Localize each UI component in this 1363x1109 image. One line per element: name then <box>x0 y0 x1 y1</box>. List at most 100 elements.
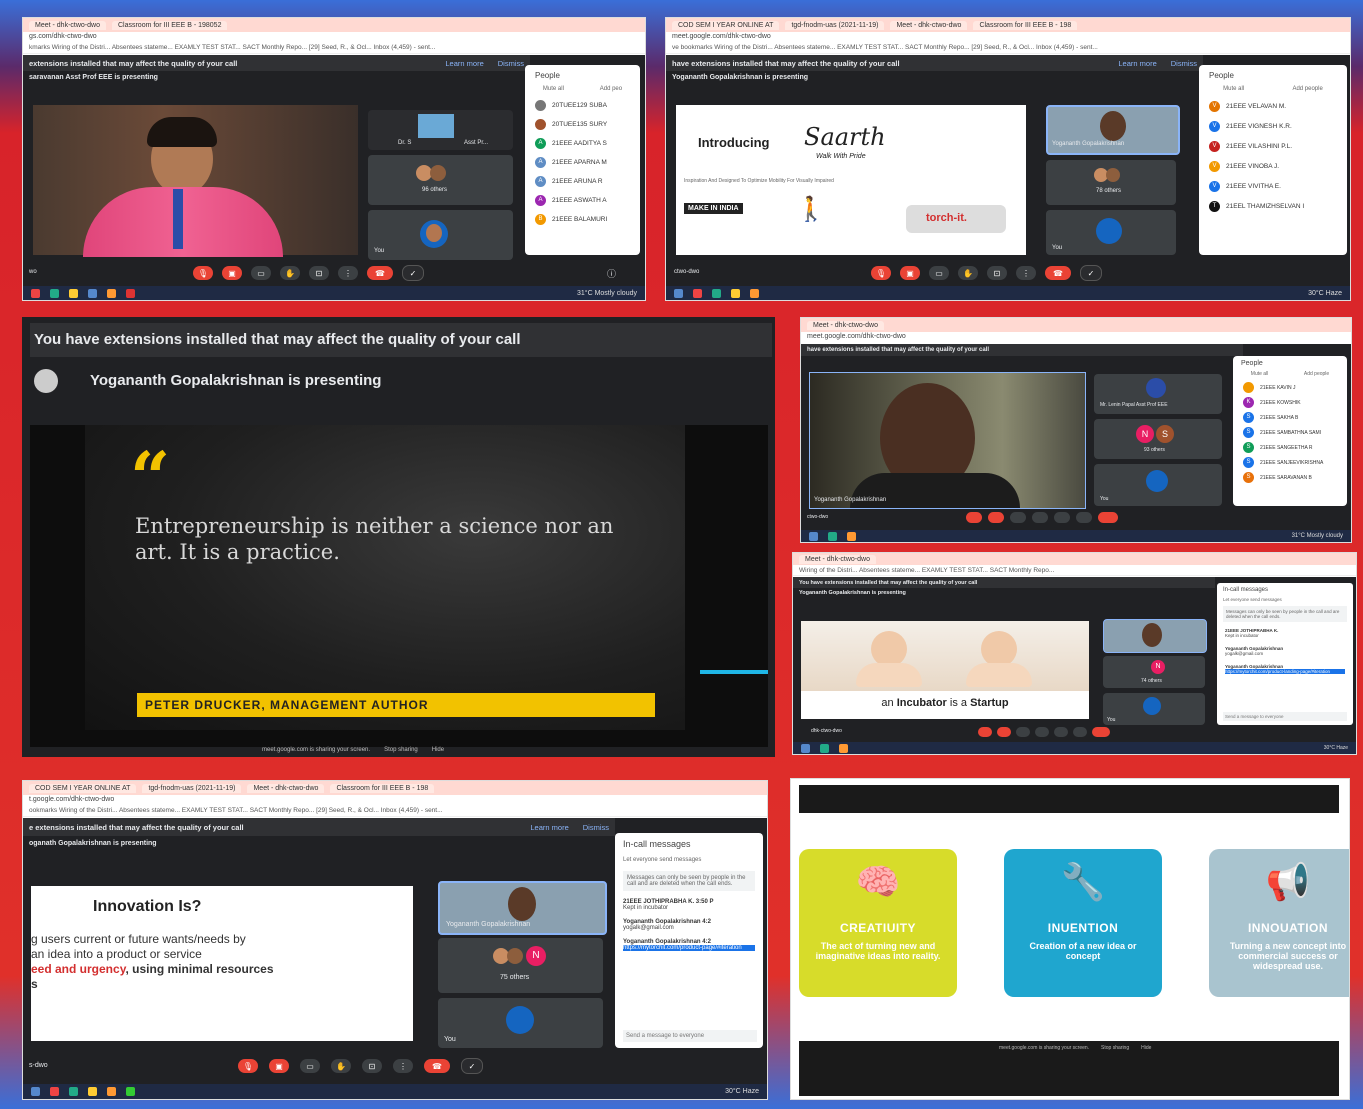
chat-permission-toggle[interactable]: Let everyone send messages <box>615 855 763 865</box>
participant-row[interactable]: A 21EEE AADITYA S <box>525 134 640 153</box>
reaction-button[interactable]: ✓ <box>461 1058 483 1074</box>
taskbar-app-icon[interactable] <box>69 288 78 298</box>
taskbar-app-icon[interactable] <box>801 743 810 753</box>
participant-row[interactable]: V 21EEE VIVITHA E. <box>1199 176 1347 196</box>
address-bar[interactable]: t.google.com/dhk-ctwo-dwo <box>23 795 767 805</box>
participant-row[interactable]: V 21EEE VELAVAN M. <box>1199 96 1347 116</box>
reaction-button[interactable]: ✓ <box>1080 265 1102 281</box>
chat-input[interactable]: Send a message to everyone <box>1223 712 1347 721</box>
hide-button[interactable]: Hide <box>1141 1045 1151 1051</box>
participant-row[interactable]: S 21EEE SANGEETHA R <box>1233 440 1347 455</box>
browser-tab[interactable]: Meet - dhk-ctwo-dwo <box>247 783 325 793</box>
raise-hand-button[interactable] <box>1032 512 1048 523</box>
chat-permission-toggle[interactable]: Let everyone send messages <box>1217 597 1353 602</box>
info-icon[interactable]: ⓘ <box>607 267 616 280</box>
address-bar[interactable]: meet.google.com/dhk-ctwo-dwo <box>801 332 1351 342</box>
more-options-button[interactable]: ⋮ <box>393 1059 413 1073</box>
others-tile[interactable]: 78 others <box>1046 160 1176 205</box>
chat-text[interactable]: https://mytorchit.com/product-page/#iter… <box>623 945 755 951</box>
participant-row[interactable]: B 21EEE BALAMURI <box>525 210 640 229</box>
learn-more-link[interactable]: Learn more <box>1118 59 1156 68</box>
add-people-button[interactable]: Add people <box>1304 371 1329 377</box>
taskbar-app-icon[interactable] <box>693 288 702 298</box>
reaction-button[interactable]: ✓ <box>402 265 424 281</box>
participant-row[interactable]: V 21EEE VIGNESH K.R. <box>1199 116 1347 136</box>
dismiss-link[interactable]: Dismiss <box>583 823 609 832</box>
end-call-button[interactable] <box>1098 512 1118 523</box>
participant-row[interactable]: K 21EEE KOWSHIK <box>1233 395 1347 410</box>
participant-row[interactable]: V 21EEE VINOBA J. <box>1199 156 1347 176</box>
mute-all-button[interactable]: Mute all <box>1223 86 1244 92</box>
stop-sharing-button[interactable]: Stop sharing <box>384 747 418 757</box>
taskbar-app-icon[interactable] <box>820 743 829 753</box>
camera-off-button[interactable]: ▣ <box>269 1059 289 1073</box>
browser-tab[interactable]: Meet - dhk-ctwo-dwo <box>807 320 884 330</box>
browser-tab[interactable]: Classroom for III EEE B - 198 <box>330 783 435 793</box>
add-people-button[interactable]: Add people <box>1292 86 1322 92</box>
mic-off-button[interactable] <box>966 512 982 523</box>
browser-tab[interactable]: COD SEM I YEAR ONLINE AT <box>672 20 780 30</box>
more-options-button[interactable]: ⋮ <box>338 266 358 280</box>
chrome-icon[interactable] <box>847 531 856 541</box>
end-call-button[interactable] <box>1092 727 1110 737</box>
browser-tab[interactable]: tgd-fnodm-uas (2021-11-19) <box>785 20 885 30</box>
mute-all-button[interactable]: Mute all <box>1251 371 1269 377</box>
mic-off-button[interactable]: 🎙 <box>193 266 213 280</box>
raise-hand-button[interactable] <box>1035 727 1049 737</box>
camera-off-button[interactable]: ▣ <box>222 266 242 280</box>
add-people-button[interactable]: Add peo <box>600 86 622 92</box>
camera-off-button[interactable] <box>997 727 1011 737</box>
browser-tab[interactable]: tgd-fnodm-uas (2021-11-19) <box>142 783 242 793</box>
presenter-tile[interactable]: Yogananth Gopalakrishnan <box>1046 105 1180 155</box>
present-button[interactable]: ⊡ <box>987 266 1007 280</box>
taskbar-app-icon[interactable] <box>126 288 135 298</box>
taskbar-app-icon[interactable] <box>50 1087 59 1096</box>
participant-row[interactable]: 21EEE KAVIN J <box>1233 380 1347 395</box>
participant-row[interactable]: V 21EEE VILASHINI P.L. <box>1199 136 1347 156</box>
taskbar-app-icon[interactable] <box>88 1087 97 1096</box>
stop-sharing-button[interactable]: Stop sharing <box>1101 1045 1129 1051</box>
participant-row[interactable]: A 21EEE ASWATH A <box>525 191 640 210</box>
more-options-button[interactable] <box>1073 727 1087 737</box>
more-options-button[interactable] <box>1076 512 1092 523</box>
participant-row[interactable]: S 21EEE SAMBATHNA SAMI <box>1233 425 1347 440</box>
hide-button[interactable]: Hide <box>432 747 444 757</box>
more-options-button[interactable]: ⋮ <box>1016 266 1036 280</box>
participant-row[interactable]: 20TUEE129 SUBA <box>525 96 640 115</box>
browser-tab[interactable]: Meet - dhk-ctwo-dwo <box>29 20 106 30</box>
taskbar-app-icon[interactable] <box>712 288 721 298</box>
taskbar-app-icon[interactable] <box>674 288 683 298</box>
chat-text[interactable]: https://mytorchit.com/product-landing-pa… <box>1225 669 1345 674</box>
others-tile[interactable]: 96 others <box>368 155 513 205</box>
chrome-icon[interactable] <box>750 288 759 298</box>
learn-more-link[interactable]: Learn more <box>445 59 483 68</box>
taskbar-app-icon[interactable] <box>31 288 40 298</box>
address-bar[interactable]: meet.google.com/dhk-ctwo-dwo <box>666 32 1350 42</box>
presenter-tile[interactable]: Yogananth Gopalakrishnan <box>438 881 607 935</box>
present-button[interactable] <box>1054 512 1070 523</box>
taskbar-app-icon[interactable] <box>809 531 818 541</box>
participant-row[interactable]: 20TUEE135 SURY <box>525 115 640 134</box>
camera-off-button[interactable]: ▣ <box>900 266 920 280</box>
others-tile[interactable]: N S 93 others <box>1094 419 1222 459</box>
presenter-tile[interactable] <box>1103 619 1207 653</box>
chrome-icon[interactable] <box>107 288 116 298</box>
taskbar-app-icon[interactable] <box>731 288 740 298</box>
present-button[interactable] <box>1054 727 1068 737</box>
end-call-button[interactable]: ☎ <box>424 1059 450 1073</box>
taskbar-app-icon[interactable] <box>88 288 97 298</box>
participant-row[interactable]: S 21EEE SANJEEVIKRISHNA <box>1233 455 1347 470</box>
chat-input[interactable]: Send a message to everyone <box>623 1030 757 1042</box>
end-call-button[interactable]: ☎ <box>367 266 393 280</box>
address-bar[interactable]: gs.com/dhk-ctwo-dwo <box>23 32 645 42</box>
participant-row[interactable]: S 21EEE SARAVANAN B <box>1233 470 1347 485</box>
taskbar-app-icon[interactable] <box>31 1087 40 1096</box>
camera-off-button[interactable] <box>988 512 1004 523</box>
participant-row[interactable]: A 21EEE APARNA M <box>525 153 640 172</box>
present-button[interactable]: ⊡ <box>309 266 329 280</box>
browser-tab[interactable]: Meet - dhk-ctwo-dwo <box>799 554 876 564</box>
mic-off-button[interactable]: 🎙 <box>871 266 891 280</box>
participant-row[interactable]: A 21EEE ARUNA R <box>525 172 640 191</box>
browser-tab[interactable]: Meet - dhk-ctwo-dwo <box>890 20 968 30</box>
others-tile[interactable]: N 75 others <box>438 938 603 993</box>
